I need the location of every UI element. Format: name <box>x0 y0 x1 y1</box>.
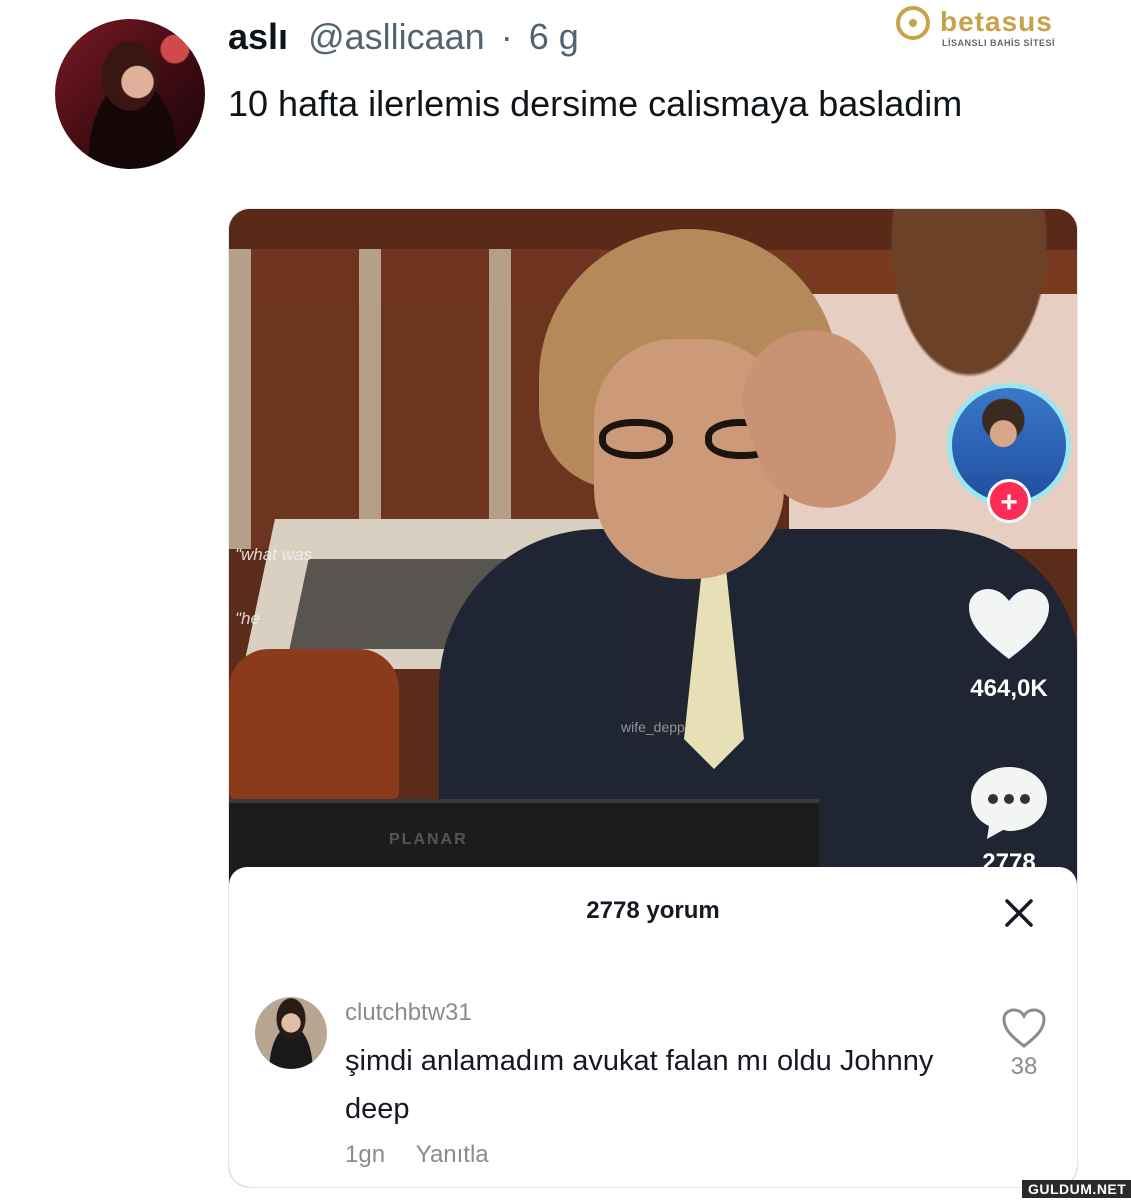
comment-like-count: 38 <box>1010 1053 1038 1080</box>
site-watermark: GULDUM.NET <box>1022 1180 1131 1198</box>
tweet-author-name[interactable]: aslı <box>228 16 288 57</box>
tweet-author-handle[interactable]: @asllicaan <box>308 16 485 57</box>
comment-sheet: 2778 yorum clutchbtw31 şimdi anlamadım a… <box>229 867 1077 1187</box>
tweet-text: 10 hafta ilerlemis dersime calismaya bas… <box>228 83 963 124</box>
tweet-author-avatar[interactable] <box>55 19 205 169</box>
comment-text: şimdi anlamadım avukat falan mı oldu Joh… <box>345 1045 934 1125</box>
video-watermark: wife_depp <box>621 719 685 735</box>
brand-watermark: betasus LİSANSLI BAHİS SİTESİ <box>896 6 1074 50</box>
comment-meta: 1gn Yanıtla <box>345 1141 489 1169</box>
brand-tagline: LİSANSLI BAHİS SİTESİ <box>942 38 1056 48</box>
commenter-username[interactable]: clutchbtw31 <box>345 999 472 1027</box>
creator-profile[interactable]: + <box>947 383 1071 523</box>
comment-age: 1gn <box>345 1141 386 1168</box>
tweet-timestamp[interactable]: 6 g <box>529 16 579 57</box>
video-frame[interactable]: PLANAR "what was "he wife_depp + 464,0K … <box>229 209 1077 889</box>
brand-name: betasus <box>940 6 1053 37</box>
brand-logo-icon <box>896 6 930 40</box>
tweet-header: aslı @asllicaan · 6 g <box>228 16 579 58</box>
heart-icon[interactable] <box>967 587 1051 661</box>
chair <box>229 649 399 799</box>
video-caption-1: "what was <box>235 545 312 564</box>
comment-sheet-title: 2778 yorum <box>586 897 720 924</box>
like-count: 464,0K <box>970 675 1048 702</box>
monitor-label: PLANAR <box>389 831 468 848</box>
commenter-avatar[interactable] <box>255 997 327 1069</box>
tweet-media[interactable]: PLANAR "what was "he wife_depp + 464,0K … <box>228 208 1078 1188</box>
tweet-separator: · <box>500 16 513 57</box>
heart-outline-icon[interactable] <box>1001 1007 1047 1049</box>
speech-bubble-icon[interactable] <box>967 763 1051 841</box>
video-caption-2: "he <box>235 609 260 628</box>
close-icon[interactable] <box>999 893 1039 933</box>
reply-button[interactable]: Yanıtla <box>416 1141 489 1168</box>
follow-button[interactable]: + <box>987 479 1031 523</box>
